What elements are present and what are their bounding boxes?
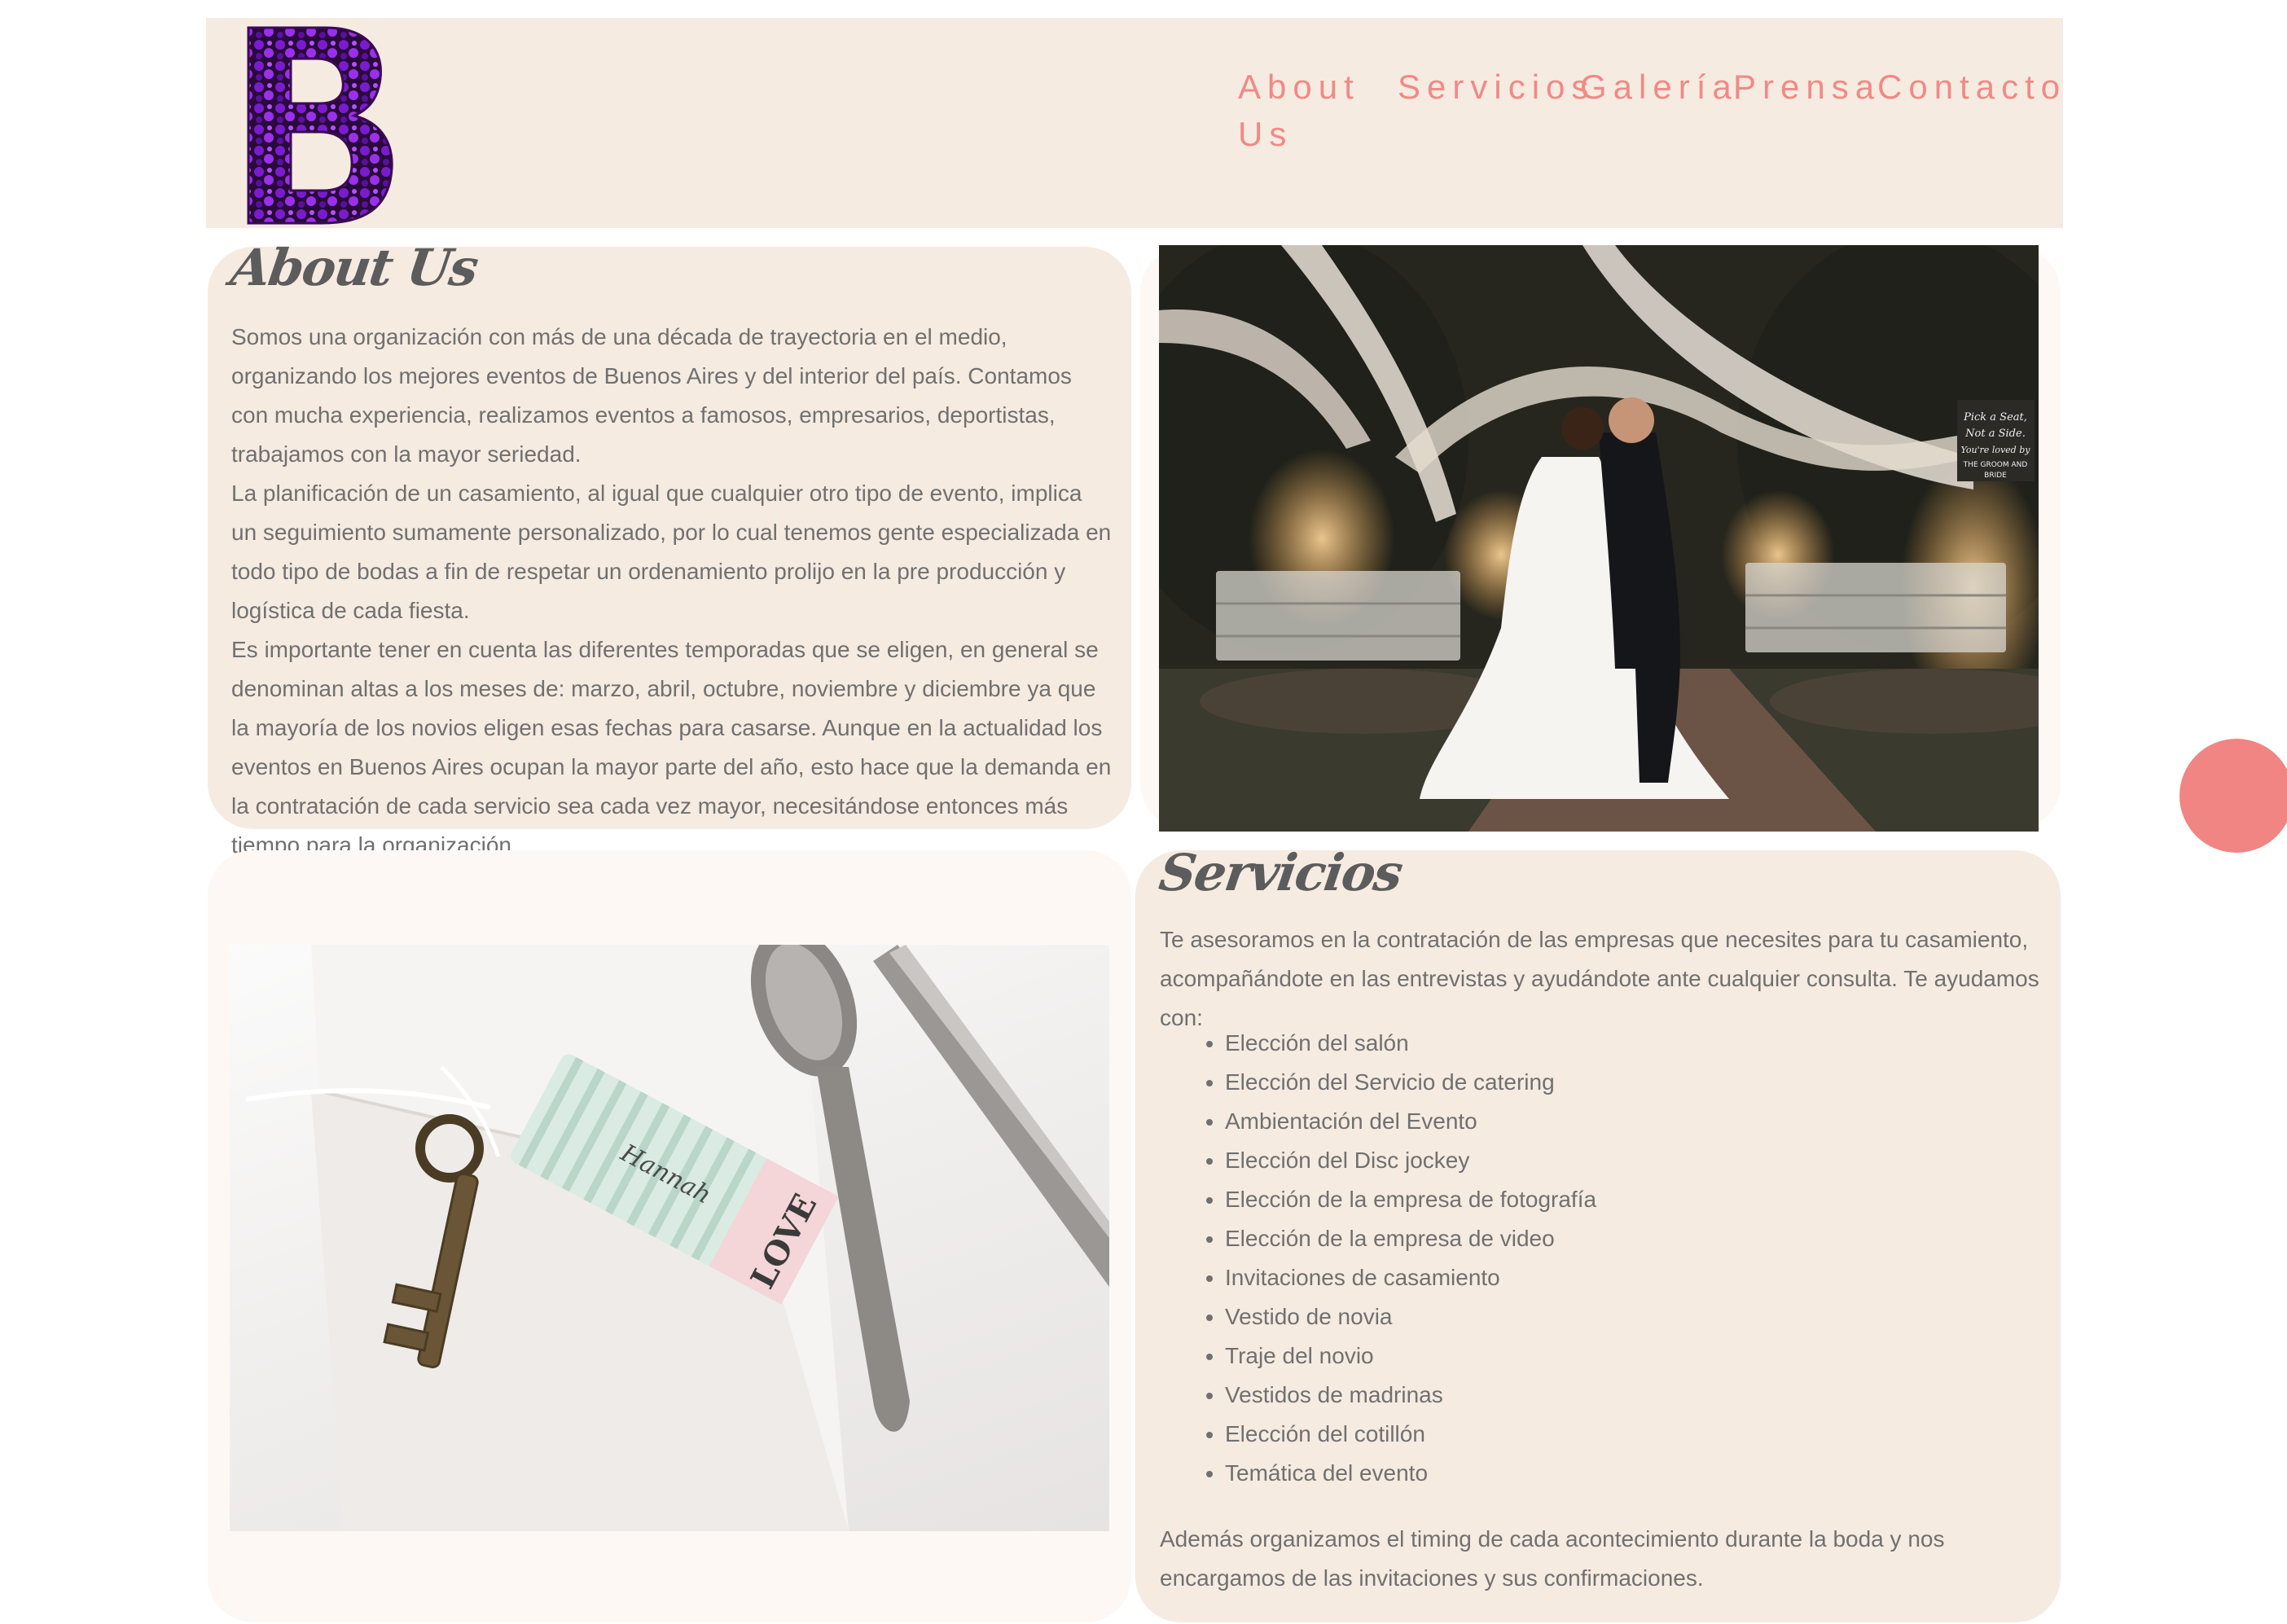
list-item: Temática del evento [1225,1454,2039,1493]
list-item: Elección del cotillón [1225,1415,2039,1454]
photo-sign-line: Pick a Seat, [1963,411,2027,424]
photo-sign-line: BRIDE [1984,472,2007,480]
about-paragraph: Somos una organización con más de una dé… [231,324,1072,467]
list-item: Traje del novio [1225,1337,2039,1376]
brand-logo[interactable] [232,18,403,231]
about-paragraph: Es importante tener en cuenta las difere… [231,637,1112,858]
wedding-photo-illustration: Pick a Seat, Not a Side. You're loved by… [1159,245,2039,832]
nav-item-contacto[interactable]: Contacto [1877,64,2066,111]
table-photo-illustration: Hannah LOVE [245,945,1109,1531]
nav-item-prensa[interactable]: Prensa [1733,64,1881,111]
list-item: Ambientación del Evento [1225,1102,2039,1141]
photo-sign-line: Not a Side. [1964,428,2026,440]
services-outro: Además organizamos el timing de cada aco… [1160,1526,1945,1591]
list-item: Elección de la empresa de video [1225,1219,2039,1258]
photo-sign-line: THE GROOM AND [1963,461,2028,469]
list-item: Elección del Disc jockey [1225,1141,2039,1180]
nav-item-servicios[interactable]: Servicios [1398,64,1595,111]
services-intro: Te asesoramos en la contratación de las … [1160,927,2039,1030]
list-item: Vestidos de madrinas [1225,1376,2039,1415]
floating-action-button[interactable] [2179,739,2287,853]
services-list: Elección del salón Elección del Servicio… [1160,1024,2039,1493]
photo-sign-line: You're loved by [1961,445,2031,455]
list-item: Elección de la empresa de fotografía [1225,1180,2039,1219]
about-text: Somos una organización con más de una dé… [231,318,1113,865]
nav-item-galeria[interactable]: Galería [1580,64,1738,111]
main-nav: About Us Servicios Galería Prensa Contac… [1238,64,2060,161]
list-item: Invitaciones de casamiento [1225,1258,2039,1297]
services-title: Servicios [1155,843,1406,902]
list-item: Vestido de novia [1225,1297,2039,1337]
about-paragraph: La planificación de un casamiento, al ig… [231,481,1112,623]
list-item: Elección del salón [1225,1024,2039,1063]
flower-letter-b-logo-icon [247,26,393,225]
wedding-couple-photo: Pick a Seat, Not a Side. You're loved by… [1159,245,2039,832]
nav-item-about-us[interactable]: About Us [1238,64,1360,158]
table-setting-photo: Hannah LOVE [230,945,1109,1531]
list-item: Elección del Servicio de catering [1225,1063,2039,1102]
about-title: About Us [226,238,481,297]
